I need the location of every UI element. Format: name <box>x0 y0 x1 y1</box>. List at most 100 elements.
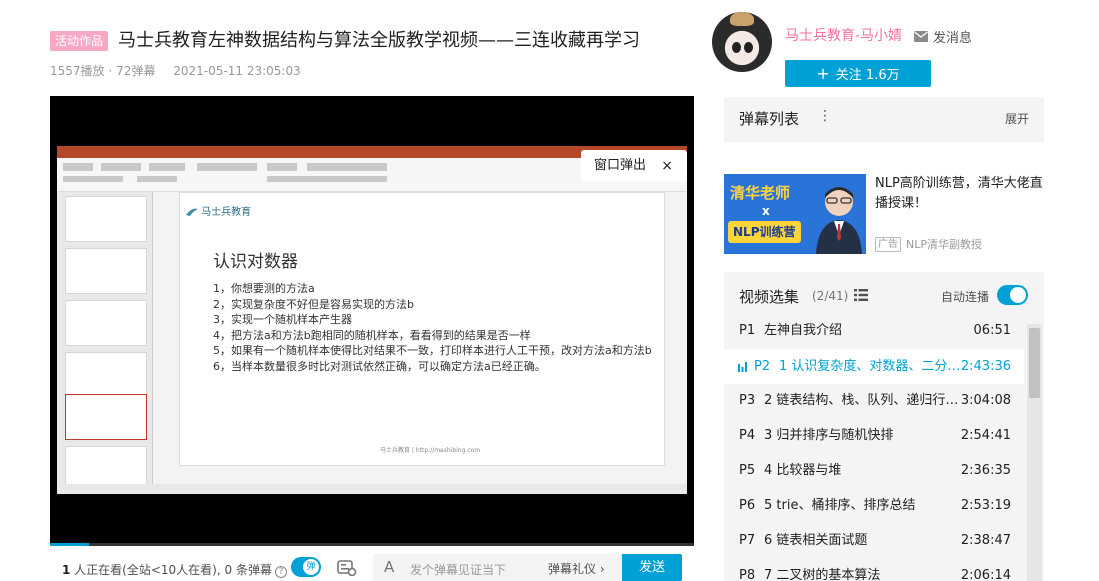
episode-item-current[interactable]: P2 1 认识复杂度、对数器、二分法与... 2:43:36 <box>724 349 1024 384</box>
uploader-avatar[interactable] <box>712 12 772 72</box>
episode-item[interactable]: P3 2 链表结构、栈、队列、递归行为、... 3:04:08 <box>724 383 1024 418</box>
video-page: 活动作品 马士兵教育左神数据结构与算法全版教学视频——三连收藏再学习 1557播… <box>0 0 1099 581</box>
episode-name: 2 链表结构、栈、队列、递归行为、... <box>764 393 964 408</box>
episode-number: P4 <box>739 428 756 443</box>
plus-icon: + <box>816 64 830 83</box>
slide-bullet: 6，当样本数量很多时比对测试依然正确，可以确定方法a已经正确。 <box>213 359 546 373</box>
slide-bullet: 4，把方法a和方法b跑相同的随机样本，看看得到的结果是否一样 <box>213 328 531 342</box>
send-button[interactable]: 发送 <box>622 554 682 581</box>
danmaku-count: · 72弹幕 <box>108 64 156 78</box>
activity-tag[interactable]: 活动作品 <box>50 31 109 51</box>
video-title: 马士兵教育左神数据结构与算法全版教学视频——三连收藏再学习 <box>118 30 640 51</box>
follow-button[interactable]: + 关注 1.6万 <box>785 60 931 87</box>
episode-duration: 2:06:14 <box>960 568 1011 581</box>
slide-title: 认识对数器 <box>213 252 298 272</box>
danmaku-list-header[interactable]: 弹幕列表 ⋮ 展开 <box>724 97 1044 142</box>
watching-info: 1 人正在看(全站<10人在看), 0 条弹幕? <box>62 561 287 578</box>
slide-thumbnail-selected[interactable] <box>65 394 147 440</box>
ad-person-icon <box>816 187 862 254</box>
danmaku-list-title: 弹幕列表 <box>739 110 800 128</box>
avatar-eye <box>744 42 753 53</box>
episode-list-title: 视频选集 <box>739 288 800 306</box>
slide-bullet: 3，实现一个随机样本产生器 <box>213 313 352 326</box>
episode-duration: 2:53:19 <box>960 498 1011 513</box>
ppt-statusbar <box>57 484 687 494</box>
autoplay-toggle[interactable] <box>997 285 1028 305</box>
bird-logo-icon <box>186 208 198 216</box>
danmaku-etiquette-link[interactable]: 弹幕礼仪 › <box>548 560 605 577</box>
expand-button[interactable]: 展开 <box>1005 110 1029 127</box>
episode-count: (2/41) <box>812 289 849 303</box>
slide-canvas: 马士兵教育 认识对数器 1，你想要测的方法a 2，实现复杂度不好但是容易实现的方… <box>179 192 665 466</box>
video-frame[interactable]: 马士兵教育 认识对数器 1，你想要测的方法a 2，实现复杂度不好但是容易实现的方… <box>57 146 687 494</box>
danmaku-toggle[interactable]: 弹 <box>291 557 321 577</box>
episode-number: P8 <box>739 568 756 581</box>
more-icon[interactable]: ⋮ <box>818 108 832 124</box>
avatar-cat-ears <box>730 12 754 26</box>
episode-item[interactable]: P7 6 链表相关面试题 2:38:47 <box>724 523 1024 558</box>
message-label: 发消息 <box>933 31 973 46</box>
episode-item[interactable]: P5 4 比较器与堆 2:36:35 <box>724 453 1024 488</box>
danmaku-input[interactable]: A 发个弹幕见证当下 弹幕礼仪 › <box>373 554 623 581</box>
slide-logo-text: 马士兵教育 <box>201 207 252 218</box>
ad-line3: NLP训练营 <box>728 221 801 243</box>
episode-name: 4 比较器与堆 <box>764 463 842 478</box>
slide-thumbnail[interactable] <box>65 196 147 242</box>
episode-duration: 2:43:36 <box>960 359 1011 374</box>
episode-item[interactable]: P1 左神自我介绍 06:51 <box>724 313 1024 348</box>
slide-bullets: 1，你想要测的方法a 2，实现复杂度不好但是容易实现的方法b 3，实现一个随机样… <box>213 281 653 374</box>
episode-item[interactable]: P4 3 归并排序与随机快排 2:54:41 <box>724 418 1024 453</box>
now-playing-icon <box>738 362 747 372</box>
uploader-name[interactable]: 马士兵教育-马小婧 <box>785 25 902 45</box>
episode-name: 左神自我介绍 <box>764 323 843 338</box>
episode-number: P6 <box>739 498 756 513</box>
episode-number: P5 <box>739 463 756 478</box>
avatar-eye <box>732 42 741 53</box>
episode-duration: 3:04:08 <box>960 393 1011 408</box>
publish-date: 2021-05-11 23:05:03 <box>173 64 301 78</box>
slide-thumbnail[interactable] <box>65 300 147 346</box>
episode-number: P3 <box>739 393 756 408</box>
message-button[interactable]: 发消息 <box>914 27 972 46</box>
episode-number: P2 <box>754 359 771 374</box>
slide-footer: 马士兵教育 | http://mashibing.com <box>380 447 481 454</box>
episode-duration: 2:36:35 <box>960 463 1011 478</box>
ad-source: NLP清华副教授 <box>906 238 982 251</box>
slide-thumbnails[interactable] <box>57 192 153 492</box>
text-style-icon[interactable]: A <box>384 558 394 576</box>
episode-name: 1 认识复杂度、对数器、二分法与... <box>779 359 967 374</box>
play-count: 1557播放 <box>50 64 105 78</box>
episode-duration: 2:38:47 <box>960 533 1011 548</box>
close-icon[interactable]: × <box>661 150 673 182</box>
scrollbar-thumb[interactable] <box>1029 328 1040 398</box>
progress-bar[interactable] <box>50 543 694 546</box>
slide-bullet: 2，实现复杂度不好但是容易实现的方法b <box>213 297 414 311</box>
ad-title[interactable]: NLP高阶训练营，清华大佬直播授课！ <box>875 174 1047 214</box>
episode-item[interactable]: P6 5 trie、桶排序、排序总结 2:53:19 <box>724 488 1024 523</box>
episode-duration: 2:54:41 <box>960 428 1011 443</box>
episode-name: 7 二叉树的基本算法 <box>764 568 881 581</box>
episode-duration: 06:51 <box>973 323 1011 338</box>
list-view-icon[interactable] <box>854 289 868 301</box>
danmaku-placeholder: 发个弹幕见证当下 <box>410 563 507 577</box>
danmaku-settings-icon[interactable] <box>337 560 357 576</box>
ad-badge: 广告 <box>875 236 901 252</box>
episode-scrollbar[interactable] <box>1027 324 1042 581</box>
video-meta: 1557播放 · 72弹幕 2021-05-11 23:05:03 <box>50 62 315 79</box>
slide-thumbnail[interactable] <box>65 352 147 398</box>
ad-banner[interactable]: 清华老师 x NLP训练营 <box>724 174 866 254</box>
slide-logo: 马士兵教育 <box>186 203 251 218</box>
episode-item[interactable]: P8 7 二叉树的基本算法 2:06:14 <box>724 558 1024 581</box>
ad-line2: x <box>762 204 770 218</box>
slide-thumbnail[interactable] <box>65 248 147 294</box>
episode-number: P7 <box>739 533 756 548</box>
slide-bullet: 5，如果有一个随机样本使得比对结果不一致，打印样本进行人工干预，改对方法a和方法… <box>213 344 652 357</box>
episode-name: 6 链表相关面试题 <box>764 533 868 548</box>
autoplay-label: 自动连播 <box>941 290 990 304</box>
watching-text: 人正在看(全站<10人在看), 0 条弹幕 <box>70 563 272 577</box>
danmaku-toggle-label: 弹 <box>303 559 319 575</box>
episode-name: 5 trie、桶排序、排序总结 <box>764 498 916 513</box>
episode-number: P1 <box>739 323 756 338</box>
help-icon[interactable]: ? <box>274 566 287 578</box>
popout-window-button[interactable]: 窗口弹出 × <box>581 150 687 182</box>
